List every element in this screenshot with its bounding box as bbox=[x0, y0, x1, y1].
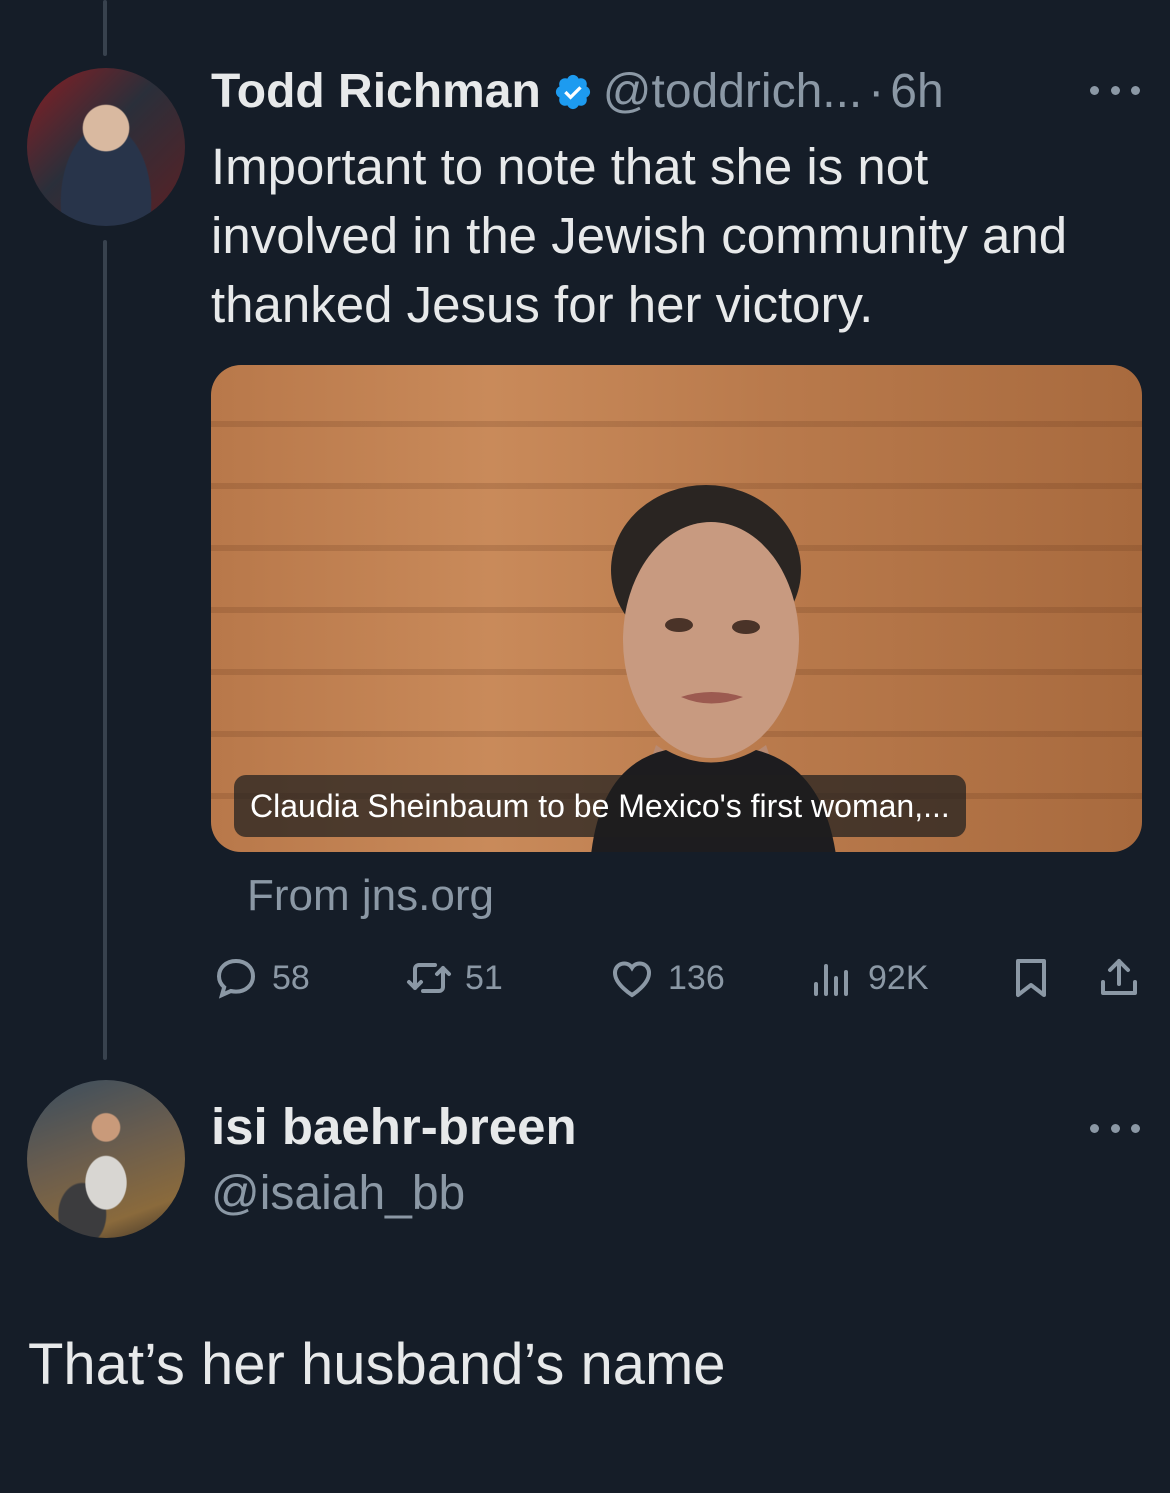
like-count: 136 bbox=[668, 958, 725, 997]
display-name[interactable]: Todd Richman bbox=[211, 60, 541, 124]
tweet-header: Todd Richman @toddrich... · 6h bbox=[211, 60, 1050, 124]
retweet-icon bbox=[407, 963, 451, 993]
reply-button[interactable]: 58 bbox=[212, 950, 310, 1006]
view-count: 92K bbox=[868, 958, 929, 997]
reply-avatar[interactable] bbox=[27, 1080, 185, 1238]
thread-line-top bbox=[103, 0, 107, 56]
retweet-button[interactable]: 51 bbox=[405, 950, 503, 1006]
bar-chart-icon bbox=[814, 964, 848, 996]
retweet-count: 51 bbox=[465, 958, 503, 997]
thread-line bbox=[103, 240, 107, 1060]
reply-handle[interactable]: @isaiah_bb bbox=[211, 1162, 465, 1226]
reply-count: 58 bbox=[272, 958, 310, 997]
heart-icon bbox=[613, 961, 651, 998]
speech-bubble-icon bbox=[216, 958, 256, 999]
link-card-image[interactable]: Claudia Sheinbaum to be Mexico's first w… bbox=[211, 365, 1142, 852]
reply-text: That’s her husband’s name bbox=[28, 1332, 726, 1397]
share-button[interactable] bbox=[1095, 950, 1143, 1006]
link-source[interactable]: From jns.org bbox=[247, 866, 494, 926]
verified-badge-icon bbox=[553, 72, 593, 112]
share-icon bbox=[1101, 959, 1137, 995]
link-card-caption: Claudia Sheinbaum to be Mexico's first w… bbox=[234, 775, 966, 837]
avatar[interactable] bbox=[27, 68, 185, 226]
tweet-text: Important to note that she is not involv… bbox=[211, 138, 1068, 333]
like-button[interactable]: 136 bbox=[608, 950, 725, 1006]
bookmark-button[interactable] bbox=[1007, 950, 1055, 1006]
action-bar: 58 51 136 92K bbox=[212, 950, 1142, 1010]
separator: · bbox=[868, 65, 885, 118]
timestamp[interactable]: 6h bbox=[890, 60, 943, 124]
reply-more-icon[interactable] bbox=[1090, 1118, 1140, 1138]
handle[interactable]: @toddrich... bbox=[603, 60, 863, 124]
more-icon[interactable] bbox=[1090, 80, 1140, 100]
bookmark-icon bbox=[1016, 959, 1046, 997]
views-button[interactable]: 92K bbox=[808, 950, 929, 1006]
reply-display-name[interactable]: isi baehr-breen bbox=[211, 1094, 577, 1160]
